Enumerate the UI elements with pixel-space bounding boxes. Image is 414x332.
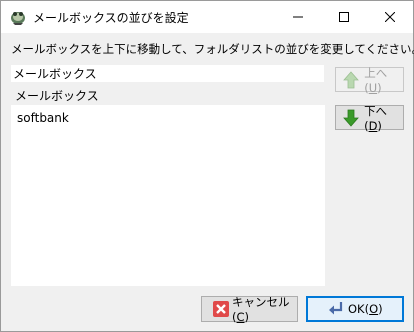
instruction-text: メールボックスを上下に移動して、フォルダリストの並びを変更してください。 bbox=[11, 42, 414, 56]
ok-label: OK(O) bbox=[348, 302, 383, 316]
down-arrow-icon bbox=[341, 108, 360, 128]
app-icon bbox=[9, 8, 27, 26]
window-title: メールボックスの並びを設定 bbox=[33, 11, 189, 25]
move-down-button[interactable]: 下へ(D) bbox=[335, 103, 404, 133]
maximize-icon bbox=[339, 12, 349, 22]
list-header: メールボックス bbox=[15, 89, 99, 103]
dialog-window: メールボックスの並びを設定 メールボックスを上下に移動して、フォルダリストの並び… bbox=[0, 0, 414, 332]
move-up-label: 上へ(U) bbox=[364, 65, 388, 95]
minimize-icon bbox=[293, 16, 303, 18]
title-bar[interactable]: メールボックスの並びを設定 bbox=[1, 1, 413, 33]
cancel-x-icon bbox=[212, 299, 230, 319]
close-button[interactable] bbox=[367, 1, 413, 33]
cancel-label: キャンセル(C) bbox=[232, 295, 290, 324]
mailbox-name-field[interactable] bbox=[11, 65, 324, 82]
move-down-label: 下へ(D) bbox=[364, 103, 388, 133]
close-icon bbox=[385, 12, 395, 22]
minimize-button[interactable] bbox=[275, 1, 321, 33]
list-item[interactable]: softbank bbox=[17, 111, 69, 125]
ok-enter-icon bbox=[326, 299, 346, 319]
move-up-button[interactable]: 上へ(U) bbox=[335, 65, 404, 95]
cancel-button[interactable]: キャンセル(C) bbox=[201, 295, 298, 324]
ok-button[interactable]: OK(O) bbox=[306, 296, 404, 322]
up-arrow-icon bbox=[341, 70, 360, 90]
mailbox-list[interactable]: softbank bbox=[11, 105, 325, 286]
maximize-button[interactable] bbox=[321, 1, 367, 33]
